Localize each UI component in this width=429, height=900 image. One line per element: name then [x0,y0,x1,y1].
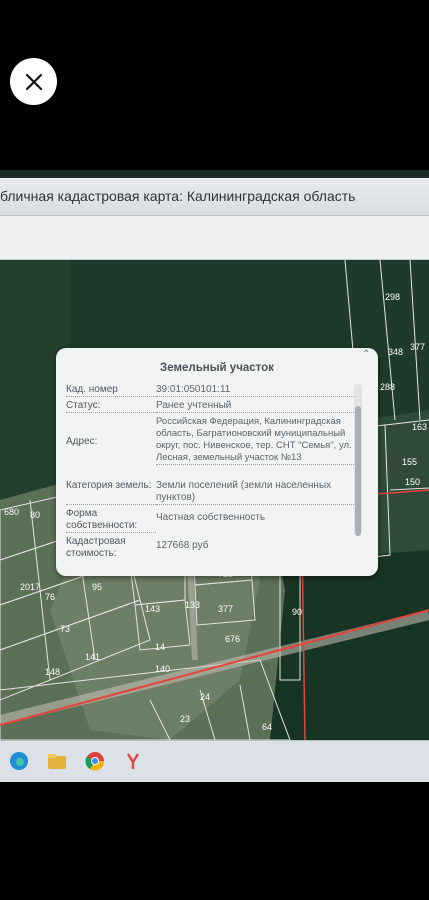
parcel-label: 24 [200,692,210,702]
parcel-label: 133 [185,600,200,610]
scrollbar-thumb[interactable] [355,406,361,536]
parcel-label: 73 [60,624,70,634]
close-icon [25,73,42,90]
parcel-label: 148 [45,667,60,677]
parcel-info-popup: ⌃ Земельный участок Кад. номер 39:01:050… [56,348,378,576]
parcel-label: 90 [292,607,302,617]
edge-icon[interactable] [8,750,30,772]
parcel-label: 377 [410,342,425,352]
popup-close-icon[interactable]: ⌃ [362,350,372,360]
parcel-label: 163 [412,422,427,432]
row-label: Категория земель: [66,480,156,505]
row-label: Статус: [66,400,156,413]
parcel-label: 377 [218,604,233,614]
parcel-label: 680 [4,507,19,517]
parcel-label: 348 [388,347,403,357]
row-cadastral-value: Кадастровая стоимость: 127668 руб [66,536,356,560]
parcel-label: 14 [155,642,165,652]
parcel-label: 76 [45,592,55,602]
parcel-label: 64 [262,722,272,732]
row-status: Статус: Ранее учтенный [66,400,356,413]
parcel-label: 2017 [20,582,40,592]
row-label: Форма собственности: [66,508,156,533]
close-button[interactable] [10,58,57,105]
parcel-label: 676 [225,634,240,644]
row-address: Адрес: Российская Федерация, Калининград… [66,416,356,465]
row-land-category: Категория земель: Земли поселений (земли… [66,480,356,505]
parcel-label: 95 [92,582,102,592]
window-title: бличная кадастровая карта: Калининградск… [0,178,429,216]
parcel-label: 288 [380,382,395,392]
row-value: Земли поселений (земли населенных пункто… [156,480,356,505]
parcel-label: 141 [85,652,100,662]
parcel-label: 140 [155,664,170,674]
row-label: Кадастровая стоимость: [66,536,126,559]
row-value: 127668 руб [156,540,209,551]
row-ownership: Форма собственности: Частная собственнос… [66,508,356,533]
parcel-label: 298 [385,292,400,302]
row-label: Кад. номер [66,384,156,397]
taskbar [0,740,429,782]
row-cadastral-number: Кад. номер 39:01:050101:11 [66,384,356,397]
parcel-label: 80 [30,510,40,520]
chrome-icon[interactable] [84,750,106,772]
file-explorer-icon[interactable] [46,750,68,772]
parcel-label: 155 [402,457,417,467]
yandex-icon[interactable] [122,750,144,772]
parcel-label: 143 [145,604,160,614]
row-value: Ранее учтенный [156,400,356,413]
popup-scrollbar[interactable] [354,384,362,536]
row-value: 39:01:050101:11 [156,384,356,397]
photo-of-monitor: бличная кадастровая карта: Калининградск… [0,170,429,782]
parcel-label: 23 [180,714,190,724]
row-value: Частная собственность [156,512,266,523]
row-value: Российская Федерация, Калининградская об… [156,416,356,465]
parcel-label: 150 [405,477,420,487]
cadastral-map[interactable]: 2983483772881631551506876805827127207027… [0,260,429,740]
toolbar-area [0,216,429,260]
row-label: Адрес: [66,436,98,447]
popup-title: Земельный участок [160,362,274,374]
